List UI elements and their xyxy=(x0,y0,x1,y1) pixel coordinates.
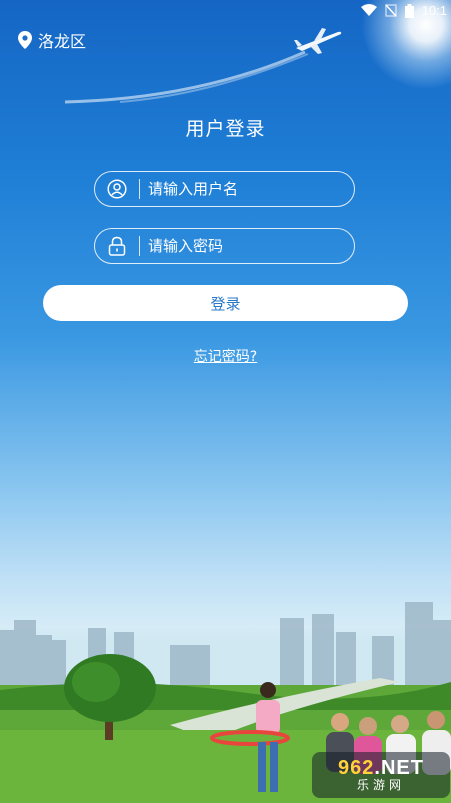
page-title: 用户登录 xyxy=(185,118,266,140)
username-input[interactable] xyxy=(148,180,338,198)
field-divider xyxy=(139,179,140,199)
status-time: 10:1 xyxy=(421,3,447,18)
battery-icon xyxy=(404,3,414,18)
airplane-icon xyxy=(294,28,342,54)
watermark-domain: .NET xyxy=(374,757,424,779)
wifi-icon xyxy=(360,4,377,16)
username-field[interactable] xyxy=(94,171,355,207)
airplane-contrail xyxy=(64,50,309,104)
login-button[interactable]: 登录 xyxy=(43,285,408,321)
login-screen: 10:1 洛龙区 用户登录 登 xyxy=(0,0,451,803)
location-selector[interactable]: 洛龙区 xyxy=(18,28,86,52)
status-bar: 10:1 xyxy=(0,0,451,24)
watermark-site-name: 乐游网 xyxy=(356,778,405,792)
field-divider xyxy=(139,236,140,256)
no-signal-icon xyxy=(384,4,397,17)
forgot-password-link[interactable]: 忘记密码? xyxy=(0,346,451,366)
location-pin-icon xyxy=(18,31,32,49)
password-input[interactable] xyxy=(148,237,338,255)
password-field[interactable] xyxy=(94,228,355,264)
user-icon xyxy=(95,179,139,199)
watermark-logo: 962.NET 乐游网 xyxy=(312,752,450,798)
lock-icon xyxy=(95,236,139,256)
location-name: 洛龙区 xyxy=(38,32,87,51)
watermark-number: 962 xyxy=(338,757,375,779)
